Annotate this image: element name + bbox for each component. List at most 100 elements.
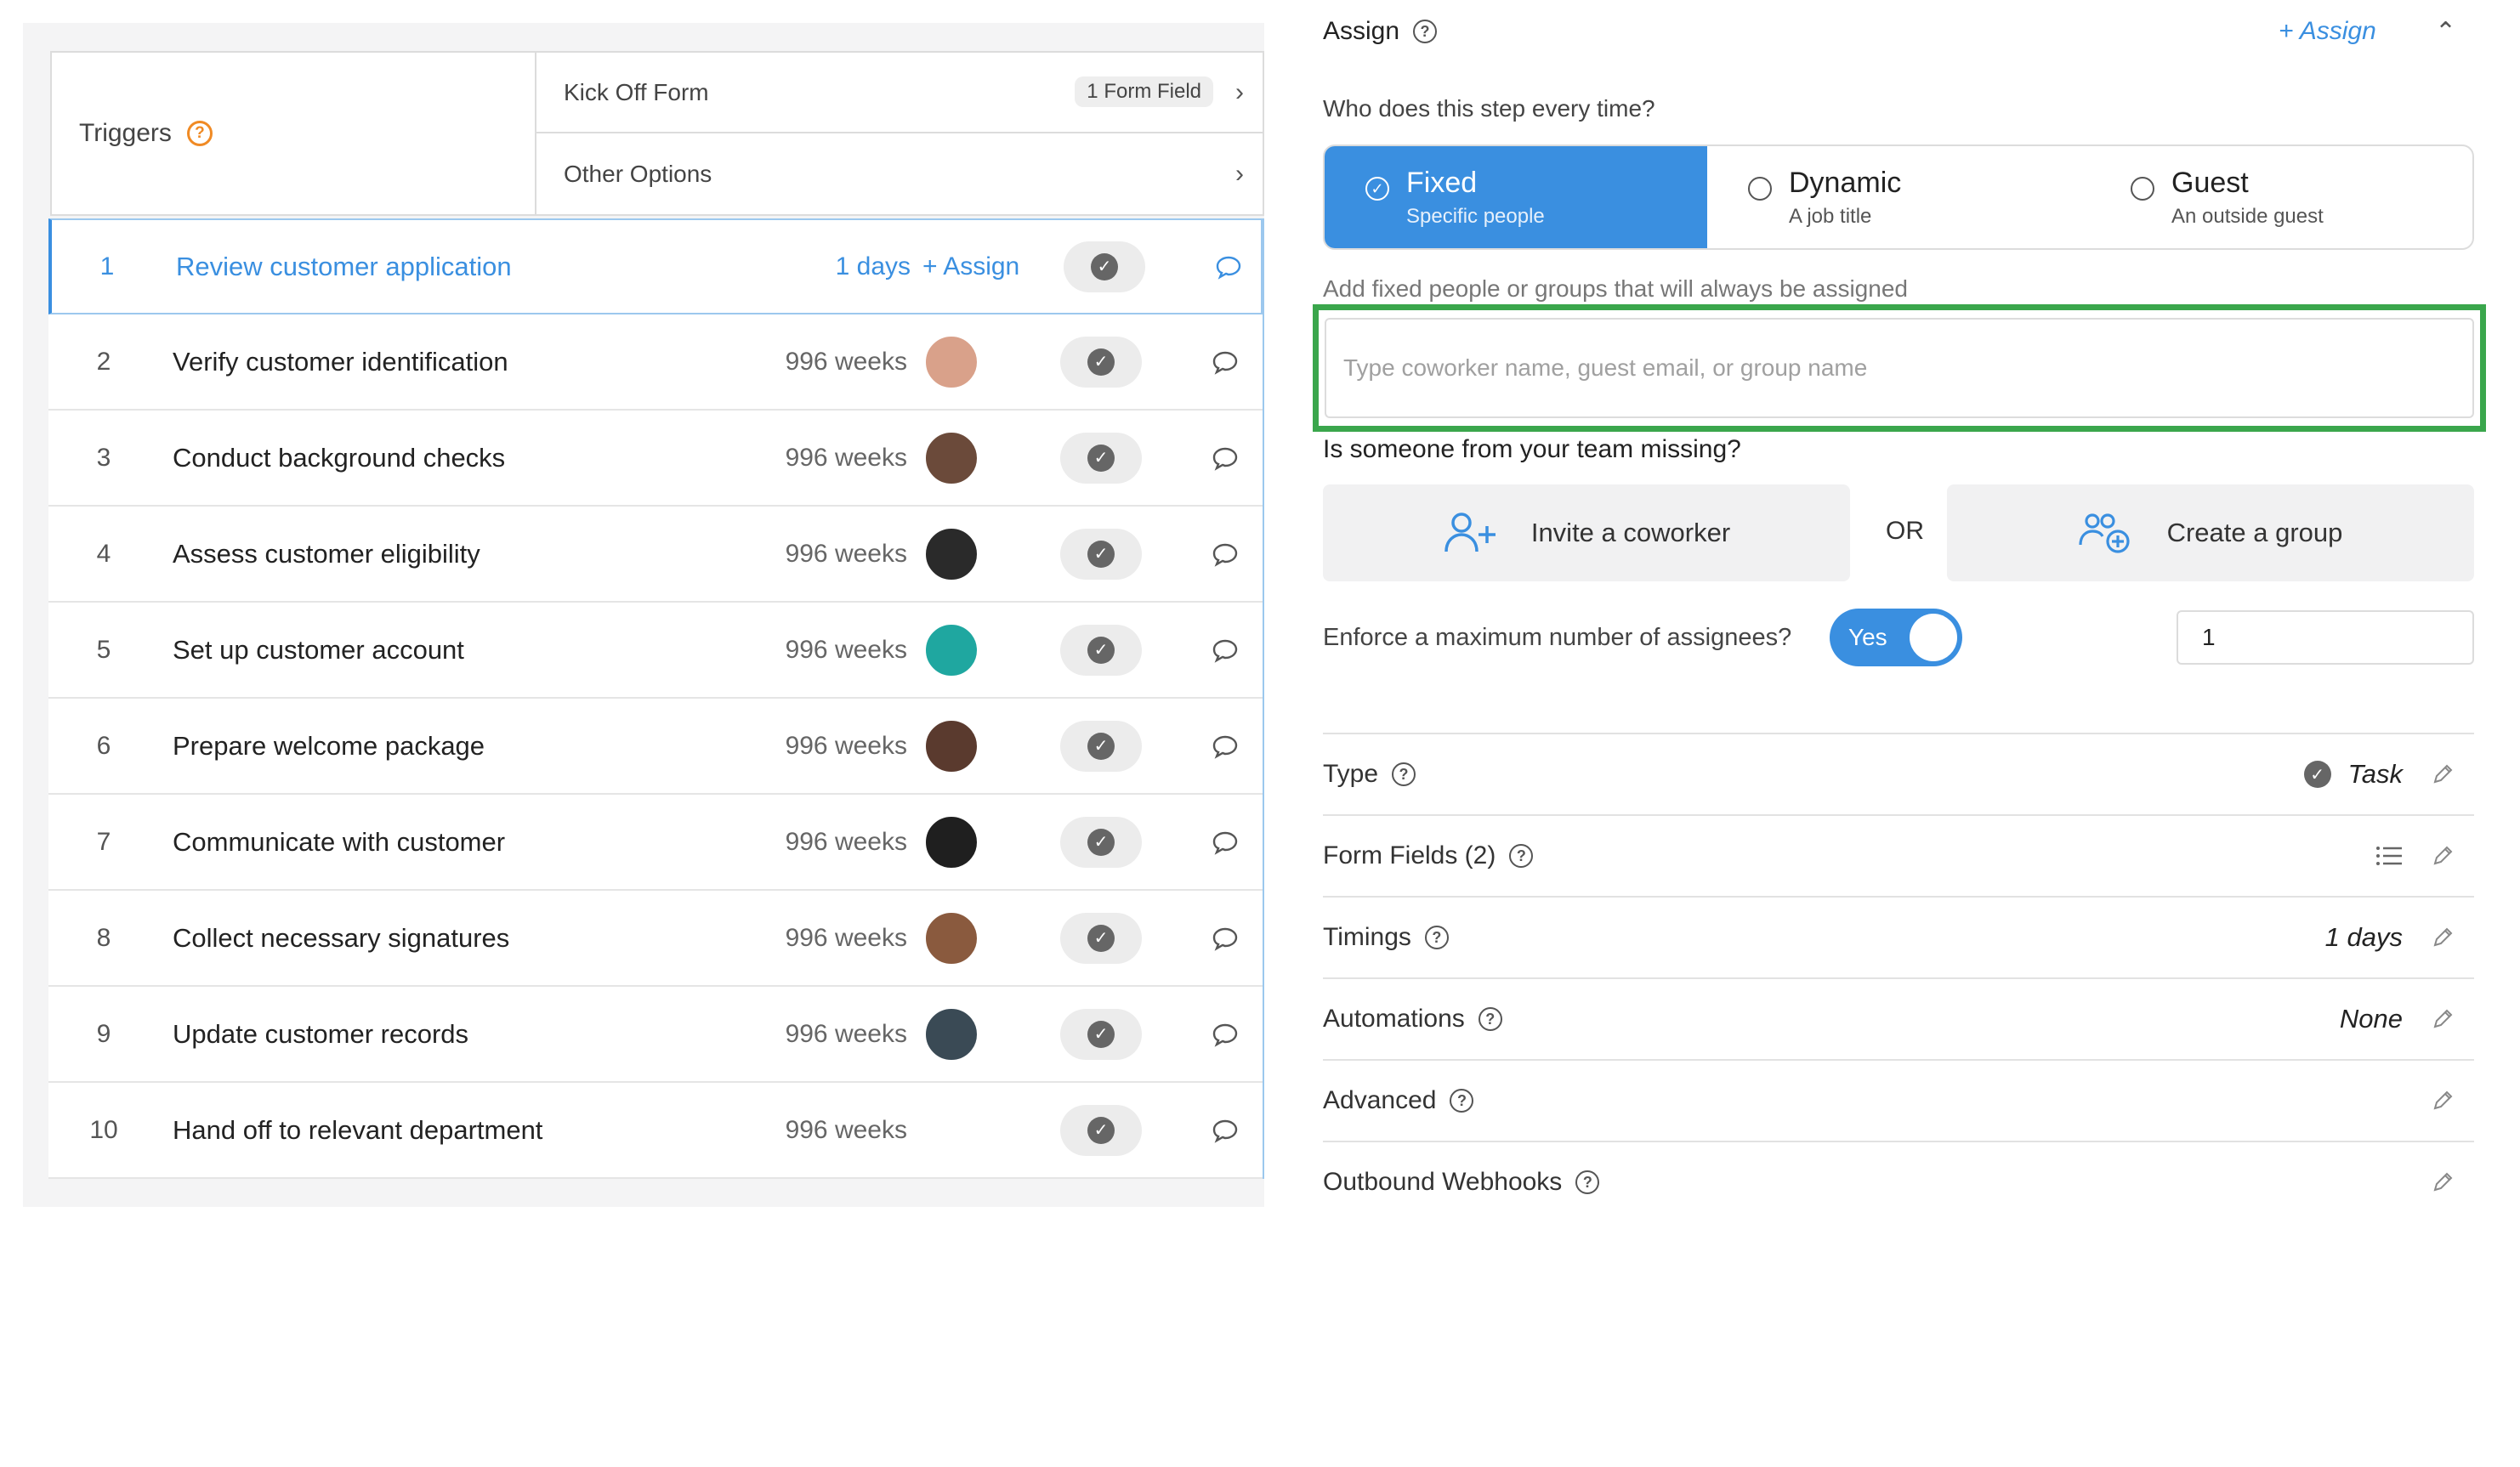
check-icon: ✓ [1087, 1020, 1115, 1048]
complete-toggle[interactable]: ✓ [1060, 432, 1142, 484]
step-number: 1 [99, 252, 115, 280]
radio-icon [2131, 177, 2154, 201]
timings-label: Timings [1323, 923, 1411, 951]
help-icon[interactable]: ? [1575, 1170, 1600, 1194]
step-row[interactable]: 5 Set up customer account 996 weeks ✓ [48, 603, 1263, 699]
automations-row[interactable]: Automations ? None [1323, 977, 2474, 1059]
create-group-button[interactable]: Create a group [1947, 484, 2474, 581]
advanced-row[interactable]: Advanced ? [1323, 1059, 2474, 1141]
chevron-up-icon[interactable]: ⌃ [2435, 17, 2456, 47]
step-title[interactable]: Conduct background checks [173, 443, 505, 473]
option-sub: Specific people [1406, 204, 1545, 228]
step-title[interactable]: Hand off to relevant department [173, 1115, 542, 1146]
complete-toggle[interactable]: ✓ [1060, 528, 1142, 580]
comment-icon[interactable] [1212, 829, 1239, 856]
pencil-icon[interactable] [2430, 1006, 2455, 1032]
complete-toggle[interactable]: ✓ [1060, 336, 1142, 388]
chevron-right-icon: › [1235, 159, 1244, 188]
step-row[interactable]: 6 Prepare welcome package 996 weeks ✓ [48, 699, 1263, 795]
type-row[interactable]: Type ? ✓ Task [1323, 733, 2474, 814]
step-row[interactable]: 2 Verify customer identification 996 weeks… [48, 314, 1263, 411]
form-field-count-badge: 1 Form Field [1075, 76, 1213, 107]
assignee-avatar[interactable] [924, 814, 979, 869]
help-icon[interactable]: ? [1424, 926, 1449, 949]
step-title[interactable]: Set up customer account [173, 635, 464, 666]
other-options-row[interactable]: Other Options › [536, 133, 1264, 214]
step-assign-link[interactable]: + Assign [922, 252, 1019, 281]
comment-icon[interactable] [1212, 637, 1239, 664]
assignee-avatar[interactable] [924, 910, 979, 966]
step-row[interactable]: 8 Collect necessary signatures 996 weeks ✓ [48, 891, 1263, 987]
assign-title: Assign [1323, 17, 1400, 45]
complete-toggle[interactable]: ✓ [1060, 816, 1142, 868]
timings-row[interactable]: Timings ? 1 days [1323, 896, 2474, 977]
automations-label: Automations [1323, 1005, 1465, 1033]
assignee-avatar[interactable] [924, 718, 979, 773]
complete-toggle[interactable]: ✓ [1060, 720, 1142, 772]
complete-toggle[interactable]: ✓ [1060, 624, 1142, 676]
step-title[interactable]: Prepare welcome package [173, 731, 485, 762]
comment-icon[interactable] [1212, 541, 1239, 568]
step-title[interactable]: Verify customer identification [173, 347, 508, 377]
form-fields-row[interactable]: Form Fields (2) ? [1323, 814, 2474, 896]
step-row[interactable]: 3 Conduct background checks 996 weeks ✓ [48, 411, 1263, 507]
assignee-avatar[interactable] [924, 622, 979, 677]
complete-toggle[interactable]: ✓ [1060, 912, 1142, 964]
invite-coworker-button[interactable]: Invite a coworker [1323, 484, 1850, 581]
help-icon[interactable]: ? [1392, 762, 1416, 786]
chevron-right-icon: › [1235, 77, 1244, 106]
assignee-avatar[interactable] [924, 334, 979, 389]
pencil-icon[interactable] [2430, 843, 2455, 869]
step-duration: 996 weeks [785, 539, 907, 568]
step-row[interactable]: 4 Assess customer eligibility 996 weeks ✓ [48, 507, 1263, 603]
help-icon[interactable]: ? [1450, 1089, 1474, 1113]
option-guest[interactable]: Guest An outside guest [2090, 146, 2472, 248]
step-row[interactable]: 1 Review customer application 1 days + Assi… [48, 218, 1263, 314]
help-icon[interactable]: ? [1478, 1007, 1502, 1031]
assignee-avatar[interactable] [924, 526, 979, 581]
other-options-label: Other Options [564, 160, 712, 187]
step-row[interactable]: 9 Update customer records 996 weeks ✓ [48, 987, 1263, 1083]
help-icon[interactable]: ? [1413, 20, 1438, 43]
pencil-icon[interactable] [2430, 762, 2455, 787]
assignee-avatar[interactable] [924, 1006, 979, 1062]
pencil-icon[interactable] [2430, 1170, 2455, 1195]
step-title[interactable]: Assess customer eligibility [173, 539, 480, 569]
step-row[interactable]: 10 Hand off to relevant department 996 wee… [48, 1083, 1263, 1179]
assign-question: Who does this step every time? [1323, 95, 1655, 122]
option-sub: A job title [1789, 204, 1872, 228]
assignee-avatar[interactable] [924, 430, 979, 485]
comment-icon[interactable] [1212, 445, 1239, 472]
max-assignees-input[interactable] [2177, 610, 2474, 665]
group-add-icon [2078, 513, 2130, 553]
comment-icon[interactable] [1212, 348, 1239, 376]
step-title[interactable]: Review customer application [176, 252, 512, 282]
comment-icon[interactable] [1212, 733, 1239, 760]
kickoff-form-row[interactable]: Kick Off Form 1 Form Field › [536, 53, 1264, 133]
add-assign-link[interactable]: + Assign [2279, 17, 2376, 46]
option-dynamic[interactable]: Dynamic A job title [1707, 146, 2090, 248]
outbound-webhooks-row[interactable]: Outbound Webhooks ? [1323, 1141, 2474, 1222]
assignee-search-input[interactable] [1325, 318, 2474, 418]
step-title[interactable]: Communicate with customer [173, 827, 505, 858]
step-title[interactable]: Update customer records [173, 1019, 468, 1050]
step-row[interactable]: 7 Communicate with customer 996 weeks ✓ [48, 795, 1263, 891]
step-title[interactable]: Collect necessary signatures [173, 923, 509, 954]
triggers-box: Triggers ? Kick Off Form 1 Form Field › … [50, 51, 1264, 216]
step-number: 6 [96, 731, 111, 760]
enforce-max-toggle[interactable]: Yes [1830, 609, 1962, 666]
comment-icon[interactable] [1212, 1117, 1239, 1144]
help-icon[interactable]: ? [186, 121, 213, 146]
help-icon[interactable]: ? [1509, 844, 1534, 868]
pencil-icon[interactable] [2430, 925, 2455, 950]
comment-icon[interactable] [1215, 253, 1242, 280]
complete-toggle[interactable]: ✓ [1064, 241, 1145, 292]
complete-toggle[interactable]: ✓ [1060, 1008, 1142, 1060]
workflow-steps-panel: Triggers ? Kick Off Form 1 Form Field › … [23, 23, 1264, 1207]
assign-header: Assign ? [1323, 17, 1438, 46]
comment-icon[interactable] [1212, 1021, 1239, 1048]
option-fixed[interactable]: ✓ Fixed Specific people [1325, 146, 1707, 248]
pencil-icon[interactable] [2430, 1088, 2455, 1113]
comment-icon[interactable] [1212, 925, 1239, 952]
complete-toggle[interactable]: ✓ [1060, 1104, 1142, 1156]
